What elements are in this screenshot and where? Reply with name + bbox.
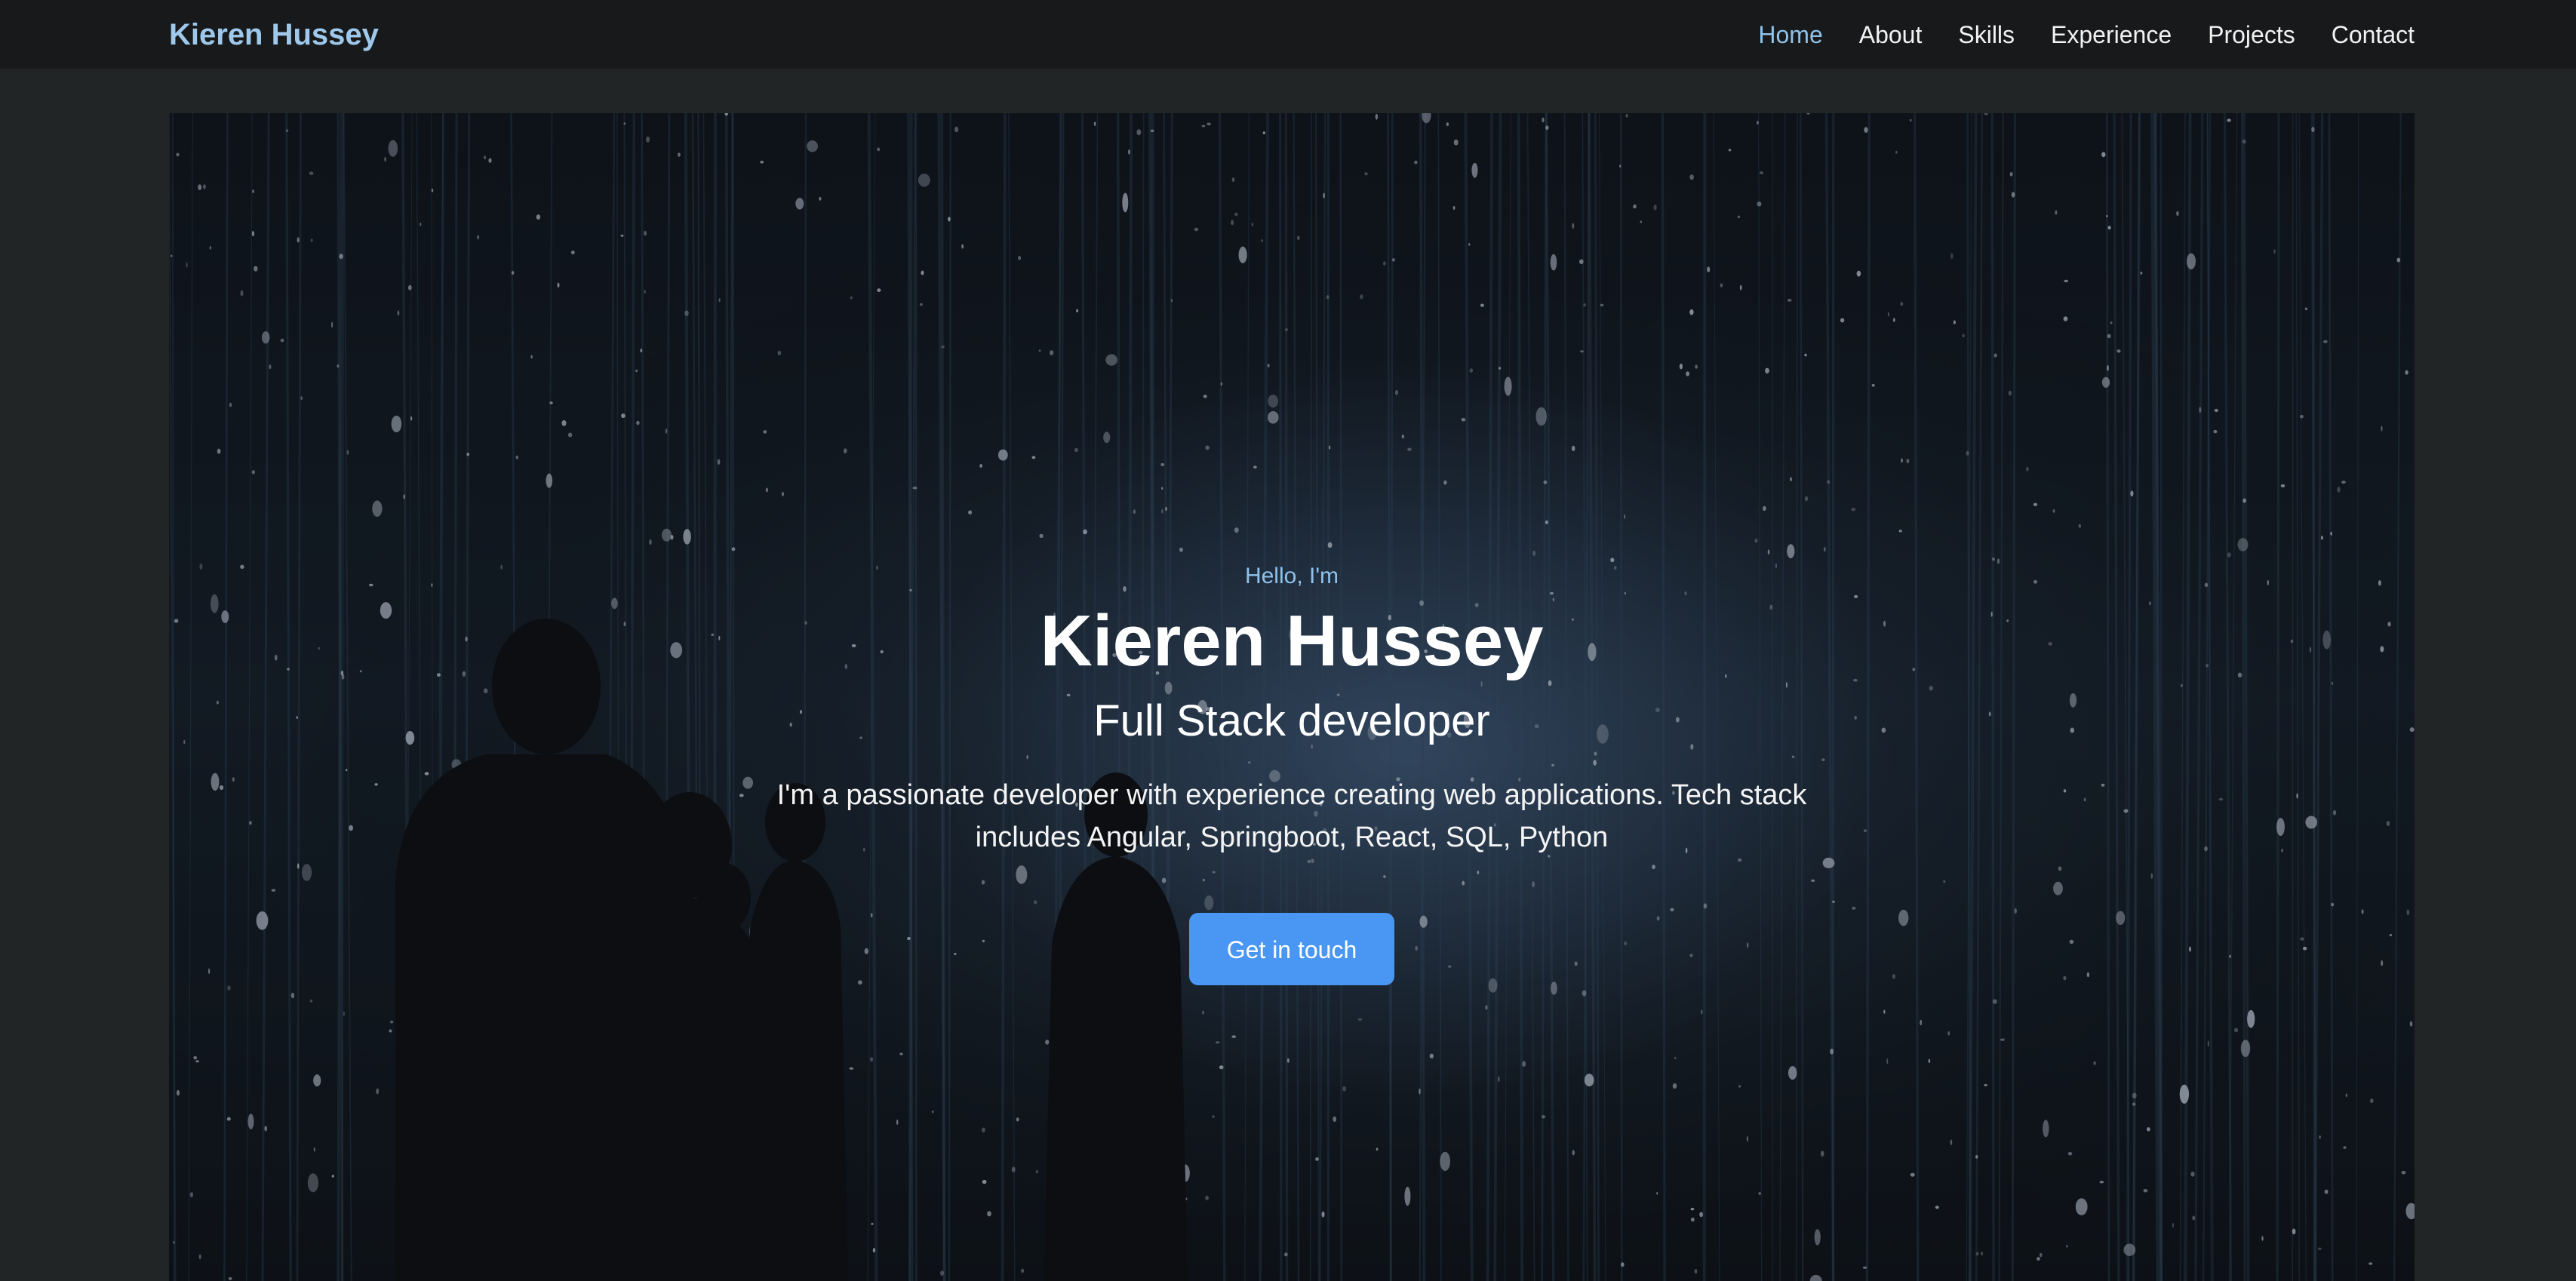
hero-greeting: Hello, I'm [1244,564,1339,588]
nav-link-about[interactable]: About [1859,21,1923,49]
get-in-touch-button[interactable]: Get in touch [1189,913,1394,985]
hero-content: Hello, I'm Kieren Hussey Full Stack deve… [169,558,2415,985]
hero-name: Kieren Hussey [1040,601,1544,681]
nav-link-contact[interactable]: Contact [2332,21,2415,49]
hero-section: Hello, I'm Kieren Hussey Full Stack deve… [169,113,2415,1281]
nav-link-experience[interactable]: Experience [2051,21,2172,49]
brand-logo[interactable]: Kieren Hussey [169,14,379,56]
hero-description: I'm a passionate developer with experien… [776,779,1807,853]
nav-link-home[interactable]: Home [1758,21,1822,49]
nav-links: Home About Skills Experience Projects Co… [1758,14,2415,56]
hero-role: Full Stack developer [1093,696,1490,745]
navbar: Kieren Hussey Home About Skills Experien… [0,0,2576,69]
nav-link-skills[interactable]: Skills [1958,21,2015,49]
nav-link-projects[interactable]: Projects [2208,21,2295,49]
